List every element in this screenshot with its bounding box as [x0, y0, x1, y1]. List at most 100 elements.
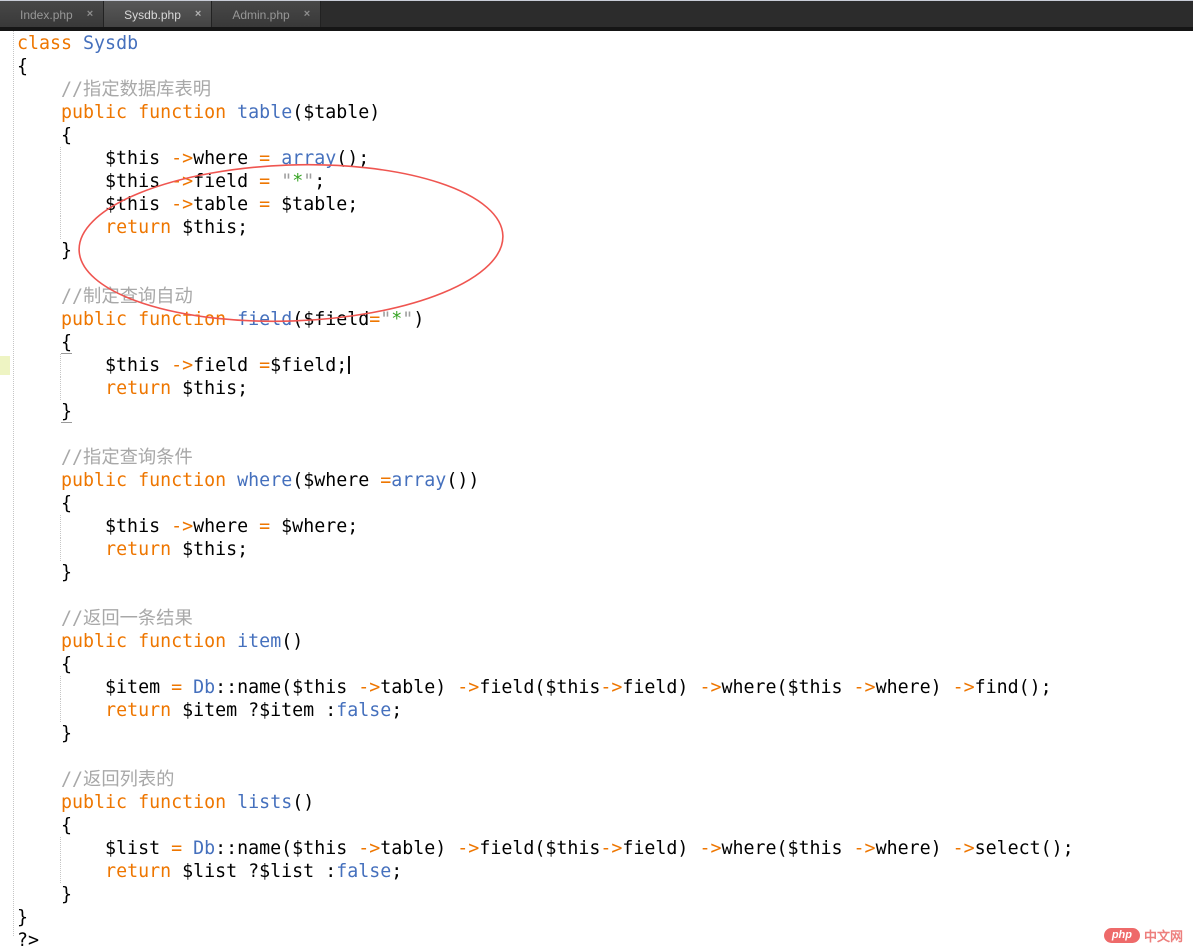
- code-line[interactable]: $this ->field = "*";: [0, 170, 1193, 193]
- code-token: $where;: [270, 516, 358, 537]
- code-token: [270, 171, 281, 192]
- code-line[interactable]: [0, 745, 1193, 768]
- code-line[interactable]: }: [0, 906, 1193, 929]
- code-token: Db: [193, 677, 215, 698]
- code-line[interactable]: return $list ?$list :false;: [0, 860, 1193, 883]
- code-line[interactable]: public function item(): [0, 630, 1193, 653]
- code-line[interactable]: {: [0, 124, 1193, 147]
- close-icon[interactable]: ×: [195, 9, 201, 20]
- code-line[interactable]: //制定查询自动: [0, 285, 1193, 308]
- code-token: $this;: [171, 539, 248, 560]
- code-line[interactable]: {: [0, 55, 1193, 78]
- code-token: [17, 608, 61, 629]
- code-line[interactable]: $item = Db::name($this ->table) ->field(…: [0, 676, 1193, 699]
- code-token: =: [259, 516, 270, 537]
- code-token: =: [259, 355, 270, 376]
- code-line[interactable]: return $this;: [0, 377, 1193, 400]
- code-line[interactable]: public function table($table): [0, 101, 1193, 124]
- code-token: function: [138, 102, 226, 123]
- code-token: false: [336, 700, 391, 721]
- code-token: [127, 792, 138, 813]
- code-token: $this: [17, 194, 171, 215]
- close-icon[interactable]: ×: [304, 9, 310, 20]
- code-line[interactable]: }: [0, 722, 1193, 745]
- code-token: ->: [600, 677, 622, 698]
- code-line[interactable]: {: [0, 331, 1193, 354]
- code-line[interactable]: public function field($field="*"): [0, 308, 1193, 331]
- code-token: $list: [17, 838, 171, 859]
- code-token: field: [193, 171, 259, 192]
- code-token: [17, 378, 105, 399]
- code-line[interactable]: $this ->where = $where;: [0, 515, 1193, 538]
- code-token: field($this: [479, 677, 600, 698]
- code-line[interactable]: $this ->field =$field;: [0, 354, 1193, 377]
- code-token: $table;: [270, 194, 358, 215]
- code-token: [182, 838, 193, 859]
- code-line[interactable]: $this ->where = array();: [0, 147, 1193, 170]
- code-line[interactable]: {: [0, 814, 1193, 837]
- code-token: ($field: [292, 309, 369, 330]
- code-token: [226, 470, 237, 491]
- code-line[interactable]: {: [0, 492, 1193, 515]
- code-token: [17, 470, 61, 491]
- code-line[interactable]: return $this;: [0, 538, 1193, 561]
- code-token: field($this: [479, 838, 600, 859]
- code-token: [226, 102, 237, 123]
- code-token: table: [237, 102, 292, 123]
- code-line[interactable]: [0, 423, 1193, 446]
- code-token: where: [193, 148, 259, 169]
- code-token: {: [17, 815, 72, 836]
- code-token: {: [61, 332, 72, 354]
- code-token: table): [380, 677, 457, 698]
- close-icon[interactable]: ×: [87, 9, 93, 20]
- code-line[interactable]: }: [0, 883, 1193, 906]
- code-token: function: [138, 792, 226, 813]
- code-line[interactable]: return $this;: [0, 216, 1193, 239]
- code-line[interactable]: public function lists(): [0, 791, 1193, 814]
- code-line[interactable]: class Sysdb: [0, 32, 1193, 55]
- code-token: where): [876, 838, 953, 859]
- code-token: return: [105, 700, 171, 721]
- indent-guide: [60, 216, 61, 239]
- code-line[interactable]: $this ->table = $table;: [0, 193, 1193, 216]
- code-token: [127, 309, 138, 330]
- code-line[interactable]: return $item ?$item :false;: [0, 699, 1193, 722]
- code-line[interactable]: {: [0, 653, 1193, 676]
- code-line[interactable]: //指定查询条件: [0, 446, 1193, 469]
- code-line[interactable]: }: [0, 561, 1193, 584]
- tab-index-php[interactable]: Index.php ×: [0, 1, 104, 28]
- code-line[interactable]: //指定数据库表明: [0, 78, 1193, 101]
- code-token: $this: [17, 355, 171, 376]
- code-token: *: [292, 171, 303, 192]
- code-line[interactable]: //返回列表的: [0, 768, 1193, 791]
- code-token: {: [17, 125, 72, 146]
- code-area[interactable]: class Sysdb{ //指定数据库表明 public function t…: [0, 32, 1193, 952]
- code-token: [17, 286, 61, 307]
- code-line[interactable]: }: [0, 400, 1193, 423]
- code-token: $item ?$item :: [171, 700, 336, 721]
- tab-bar: Index.php × Sysdb.php × Admin.php ×: [0, 0, 1193, 31]
- code-token: ->: [699, 677, 721, 698]
- code-token: field): [622, 677, 699, 698]
- code-token: //指定数据库表明: [61, 79, 211, 100]
- tab-admin-php[interactable]: Admin.php ×: [212, 1, 321, 28]
- code-token: [17, 769, 61, 790]
- code-line[interactable]: $list = Db::name($this ->table) ->field(…: [0, 837, 1193, 860]
- code-token: }: [17, 723, 72, 744]
- code-token: ->: [457, 677, 479, 698]
- code-token: [17, 309, 61, 330]
- code-token: where($this: [721, 838, 853, 859]
- code-token: public: [61, 631, 127, 652]
- code-token: where): [876, 677, 953, 698]
- code-line[interactable]: //返回一条结果: [0, 607, 1193, 630]
- code-token: select();: [975, 838, 1074, 859]
- code-line[interactable]: }: [0, 239, 1193, 262]
- code-token: field: [237, 309, 292, 330]
- code-line[interactable]: [0, 584, 1193, 607]
- code-line[interactable]: public function where($where =array()): [0, 469, 1193, 492]
- code-line[interactable]: [0, 262, 1193, 285]
- indent-guide: [60, 860, 61, 883]
- indent-guide: [60, 147, 61, 170]
- code-editor[interactable]: class Sysdb{ //指定数据库表明 public function t…: [0, 31, 1193, 949]
- tab-sysdb-php[interactable]: Sysdb.php ×: [104, 1, 212, 28]
